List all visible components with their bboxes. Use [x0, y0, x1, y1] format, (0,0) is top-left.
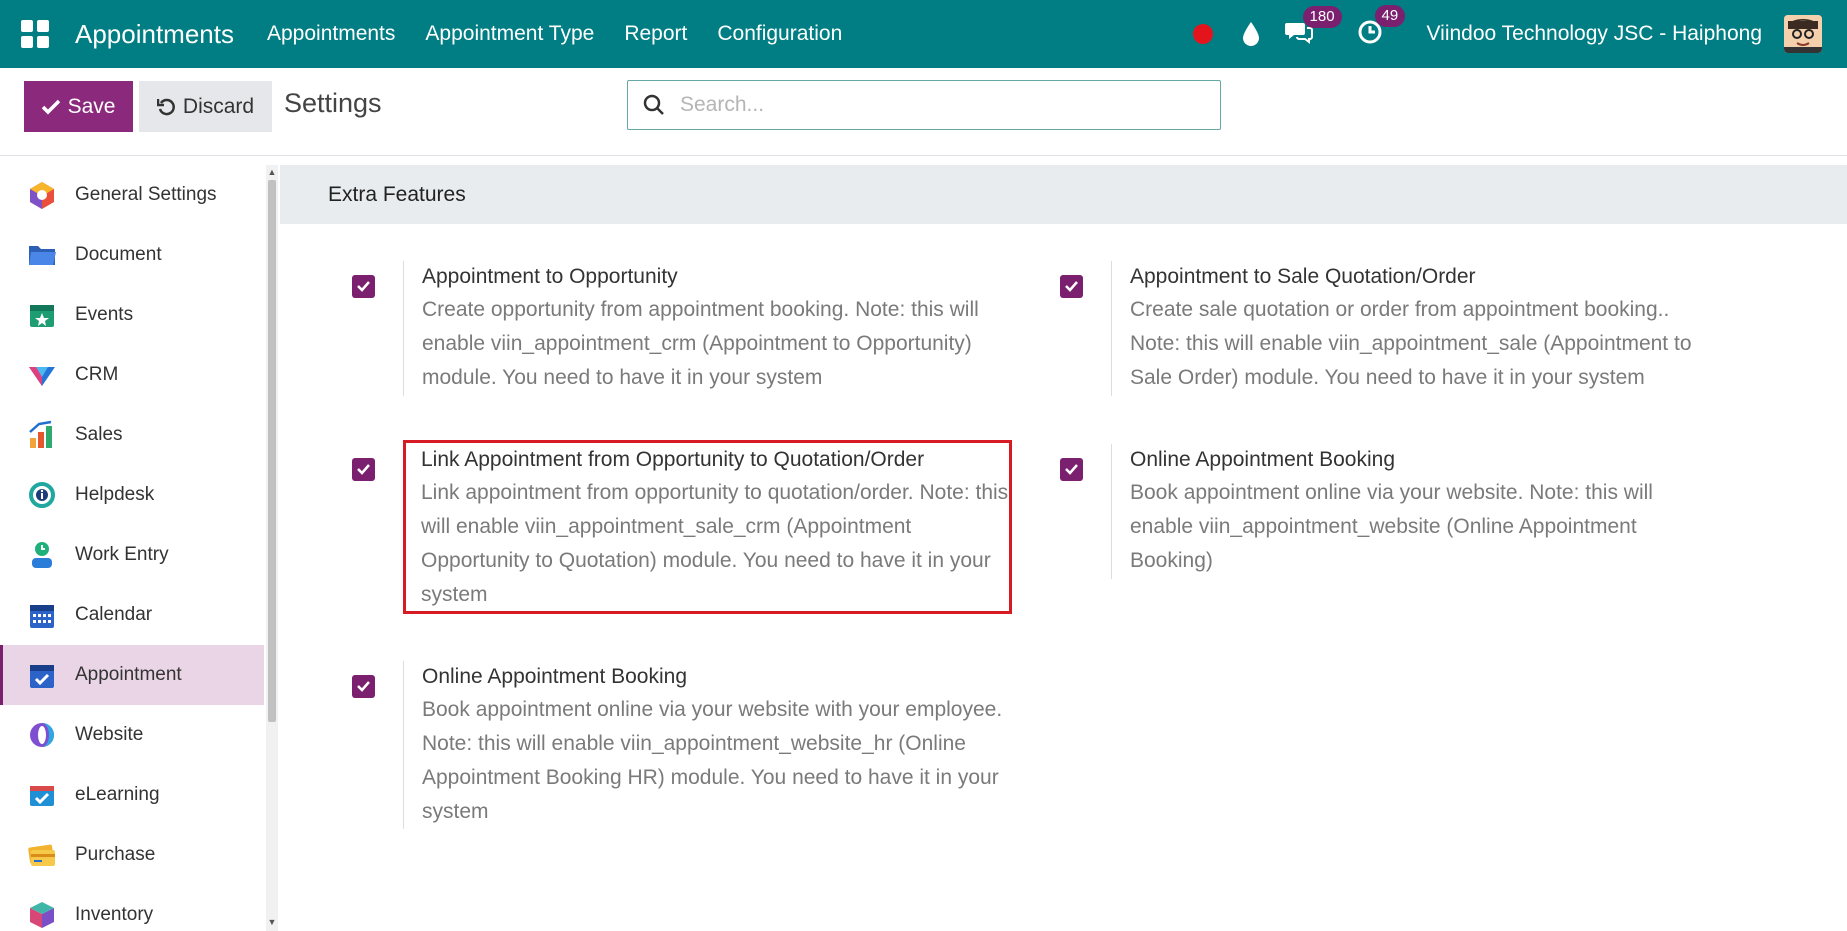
sidebar-item-label: Appointment: [75, 664, 182, 685]
save-button-label: Save: [67, 94, 116, 118]
sidebar-item-work-entry[interactable]: Work Entry: [0, 525, 264, 585]
sidebar-item-label: Document: [75, 244, 162, 265]
search-icon: [643, 94, 664, 115]
sidebar-item-appointment[interactable]: Appointment: [0, 645, 264, 705]
sidebar-item-label: CRM: [75, 364, 119, 385]
checkmark-icon: [357, 281, 370, 292]
company-switcher[interactable]: Viindoo Technology JSC - Haiphong: [1427, 22, 1762, 46]
checkmark-icon: [1065, 464, 1078, 475]
sidebar-item-website[interactable]: Website: [0, 705, 264, 765]
work-entry-icon: [32, 542, 52, 568]
sidebar-item-label: eLearning: [75, 784, 160, 805]
activities-systray[interactable]: 49: [1357, 4, 1406, 50]
helpdesk-icon: [29, 482, 55, 508]
activities-count-badge: 49: [1374, 4, 1406, 27]
sidebar-item-sales[interactable]: Sales: [0, 405, 264, 465]
sidebar-item-label: Inventory: [75, 904, 154, 925]
top-navbar: Appointments Appointments Appointment Ty…: [0, 0, 1847, 68]
menu-appointment-type[interactable]: Appointment Type: [410, 22, 609, 46]
scroll-down-icon[interactable]: ▼: [267, 917, 277, 927]
checkmark-icon: [1065, 281, 1078, 292]
user-avatar[interactable]: [1784, 15, 1822, 53]
checkbox[interactable]: [1060, 275, 1083, 298]
scroll-up-icon[interactable]: ▲: [267, 167, 277, 177]
navbar-systray: 180 49 Viindoo Technology JSC - Haiphong: [1192, 0, 1847, 68]
messages-systray[interactable]: 180: [1284, 5, 1342, 49]
menu-appointments[interactable]: Appointments: [252, 22, 410, 46]
sidebar-item-purchase[interactable]: Purchase: [0, 825, 264, 885]
checkmark-icon: [357, 464, 370, 475]
checkmark-icon: [357, 681, 370, 692]
events-icon: [30, 305, 54, 327]
sales-icon: [29, 420, 52, 448]
undo-icon: [156, 98, 175, 115]
sidebar-item-label: Work Entry: [75, 544, 169, 565]
sidebar-item-label: Website: [75, 724, 144, 745]
sidebar-item-inventory[interactable]: Inventory: [0, 885, 264, 931]
drop-icon[interactable]: [1241, 21, 1261, 47]
sidebar-item-label: Purchase: [75, 844, 156, 865]
setting-description: Create opportunity from appointment book…: [422, 298, 979, 389]
sidebar-item-label: Events: [75, 304, 134, 325]
sidebar-item-label: Calendar: [75, 604, 153, 625]
sidebar-item-crm[interactable]: CRM: [0, 345, 264, 405]
save-button[interactable]: Save: [24, 81, 133, 132]
setting-title: Online Appointment Booking: [1130, 448, 1396, 471]
purchase-icon: [28, 844, 55, 866]
active-indicator: [0, 645, 3, 705]
menu-report[interactable]: Report: [609, 22, 702, 46]
control-panel: Save Discard Settings: [0, 68, 1847, 156]
setting-description: Book appointment online via your website…: [422, 698, 1003, 823]
app-title[interactable]: Appointments: [75, 19, 234, 50]
recording-indicator-icon[interactable]: [1192, 24, 1213, 44]
highlight-box: [403, 440, 1012, 614]
inventory-icon: [30, 902, 54, 928]
main-menu: Appointments Appointment Type Report Con…: [252, 22, 857, 46]
sidebar-item-events[interactable]: Events: [0, 285, 264, 345]
messages-count-badge: 180: [1302, 5, 1342, 28]
appointment-icon: [30, 665, 54, 688]
settings-content: Extra Features Appointment to Opportunit…: [280, 165, 1847, 931]
checkbox[interactable]: [352, 675, 375, 698]
sidebar-scrollbar[interactable]: ▲ ▼: [266, 165, 278, 931]
settings-sidebar: General Settings Document Events CRM Sal…: [0, 165, 264, 931]
sidebar-item-label: Helpdesk: [75, 484, 155, 505]
menu-configuration[interactable]: Configuration: [702, 22, 857, 46]
apps-menu-icon[interactable]: [21, 20, 49, 48]
elearning-icon: [30, 786, 54, 806]
sidebar-item-calendar[interactable]: Calendar: [0, 585, 264, 645]
sidebar-item-elearning[interactable]: eLearning: [0, 765, 264, 825]
setting-description: Book appointment online via your website…: [1130, 481, 1653, 572]
sidebar-item-label: General Settings: [75, 184, 217, 205]
folder-icon: [29, 246, 56, 265]
website-icon: [30, 723, 54, 747]
page-title: Settings: [284, 88, 382, 118]
search-box[interactable]: [627, 80, 1221, 130]
discard-button-label: Discard: [182, 94, 255, 118]
discard-button[interactable]: Discard: [139, 81, 272, 132]
sidebar-item-document[interactable]: Document: [0, 225, 264, 285]
section-title: Extra Features: [280, 165, 1847, 224]
sidebar-item-helpdesk[interactable]: Helpdesk: [0, 465, 264, 525]
checkbox[interactable]: [1060, 458, 1083, 481]
checkbox[interactable]: [352, 458, 375, 481]
setting-title: Appointment to Opportunity: [422, 265, 678, 288]
setting-description: Create sale quotation or order from appo…: [1130, 298, 1692, 389]
scrollbar-thumb[interactable]: [268, 180, 276, 722]
check-icon: [41, 99, 60, 114]
calendar-icon: [30, 605, 54, 628]
setting-title: Online Appointment Booking: [422, 665, 688, 688]
crm-icon: [29, 367, 55, 386]
search-input[interactable]: [680, 93, 1200, 117]
setting-title: Appointment to Sale Quotation/Order: [1130, 265, 1476, 288]
general-settings-icon: [30, 182, 54, 209]
checkbox[interactable]: [352, 275, 375, 298]
sidebar-item-general-settings[interactable]: General Settings: [0, 165, 264, 225]
sidebar-item-label: Sales: [75, 424, 123, 445]
